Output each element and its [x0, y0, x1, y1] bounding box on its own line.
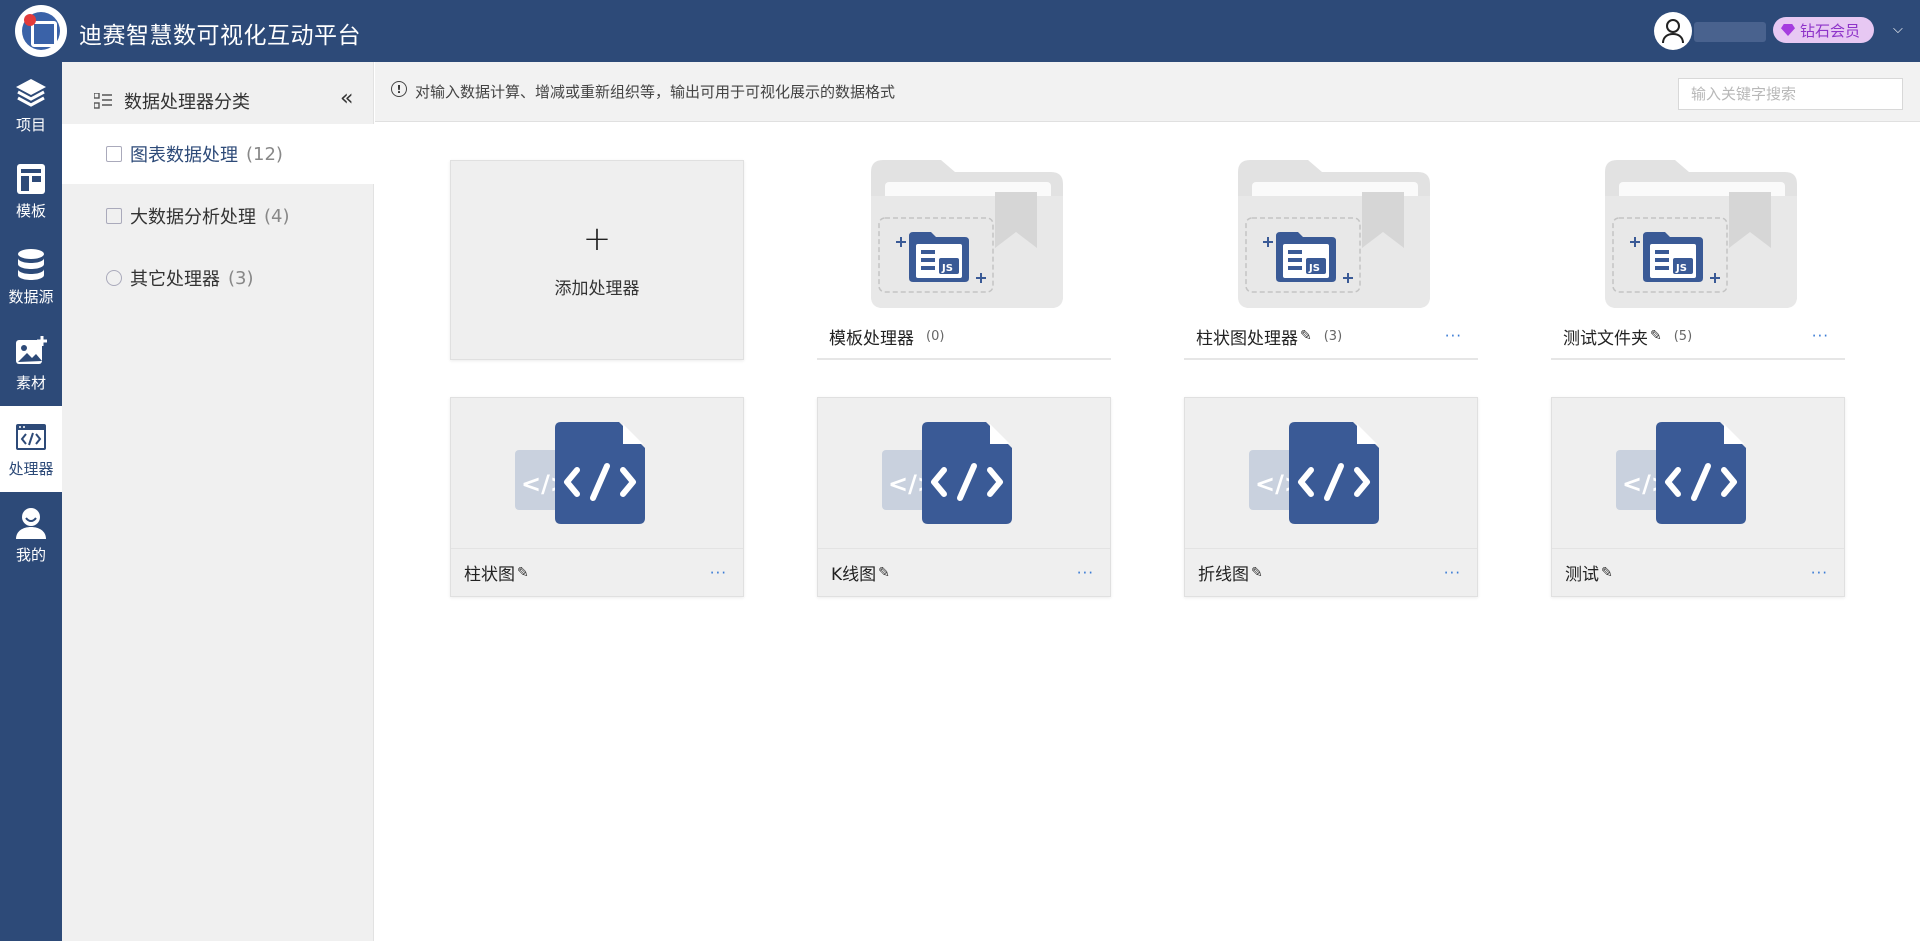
js-folder-icon: JS — [871, 160, 1063, 308]
other-category-icon — [106, 270, 122, 286]
vip-label: 钻石会员 — [1800, 21, 1861, 40]
nav-item-processor[interactable]: 处理器 — [0, 406, 62, 492]
plus-icon: + — [582, 218, 612, 259]
folder-name: 模板处理器 — [829, 328, 914, 349]
processor-card[interactable]: </> 柱状图 ✎ ··· — [450, 397, 744, 597]
folder-count: (0) — [926, 328, 945, 344]
nav-item-template[interactable]: 模板 — [0, 148, 62, 234]
edit-icon[interactable]: ✎ — [878, 565, 890, 581]
list-icon — [94, 93, 112, 109]
nav-label: 处理器 — [8, 459, 54, 478]
category-label: 大数据分析处理 — [130, 207, 256, 228]
more-button[interactable]: ··· — [1812, 327, 1829, 345]
edit-icon[interactable]: ✎ — [1650, 328, 1662, 344]
nav-item-mine[interactable]: 我的 — [0, 492, 62, 578]
processor-name: 测试 — [1565, 565, 1599, 585]
svg-text:JS: JS — [1675, 263, 1687, 274]
processor-footer: 测试 ✎ ··· — [1552, 548, 1844, 596]
folder-card[interactable]: JS 测试文件夹 ✎ (5) ··· — [1551, 160, 1845, 360]
info-text: 对输入数据计算、增减或重新组织等，输出可用于可视化展示的数据格式 — [415, 83, 896, 101]
processor-footer: 柱状图 ✎ ··· — [451, 548, 743, 596]
database-icon — [14, 248, 48, 282]
info-icon: ! — [391, 81, 407, 97]
js-folder-icon: JS — [1605, 160, 1797, 308]
folder-name: 测试文件夹 — [1563, 328, 1648, 349]
edit-icon[interactable]: ✎ — [517, 565, 529, 581]
processor-name: K线图 — [831, 565, 877, 585]
add-processor-card[interactable]: + 添加处理器 — [450, 160, 744, 360]
svg-text:JS: JS — [1308, 263, 1320, 274]
processor-card[interactable]: </> 折线图 ✎ ··· — [1184, 397, 1478, 597]
nav-label: 素材 — [15, 373, 46, 392]
more-button[interactable]: ··· — [1444, 564, 1461, 582]
code-file-icon: </> — [1616, 422, 1746, 524]
nav-label: 我的 — [15, 545, 46, 564]
code-file-icon: </> — [1249, 422, 1379, 524]
code-window-icon — [14, 420, 48, 454]
nav-label: 数据源 — [8, 287, 54, 306]
nav-label: 项目 — [15, 115, 46, 134]
category-item-chart[interactable]: 图表数据处理 (12) — [62, 124, 374, 184]
processor-card[interactable]: </> K线图 ✎ ··· — [817, 397, 1111, 597]
folder-footer: 柱状图处理器 ✎ (3) ··· — [1184, 314, 1478, 360]
folder-count: (5) — [1673, 328, 1693, 344]
category-count: (4) — [264, 205, 290, 227]
user-name-masked — [1694, 22, 1766, 42]
js-folder-icon: JS — [1238, 160, 1430, 308]
chart-category-icon — [106, 146, 122, 162]
user-icon — [1662, 19, 1684, 44]
user-icon — [14, 506, 48, 540]
nav-label: 模板 — [15, 201, 46, 220]
category-title: 数据处理器分类 — [124, 92, 250, 113]
more-button[interactable]: ··· — [710, 564, 727, 582]
diamond-icon — [1781, 24, 1795, 36]
folder-footer: 模板处理器 (0) — [817, 314, 1111, 360]
folder-card[interactable]: JS 柱状图处理器 ✎ (3) ··· — [1184, 160, 1478, 360]
layers-icon — [14, 76, 48, 110]
processor-footer: 折线图 ✎ ··· — [1185, 548, 1477, 596]
edit-icon[interactable]: ✎ — [1601, 565, 1613, 581]
nav-item-project[interactable]: 项目 — [0, 62, 62, 148]
top-header: 迪赛智慧数可视化互动平台 钻石会员 ⌵ — [0, 0, 1920, 62]
image-add-icon — [14, 334, 48, 368]
processor-card[interactable]: </> 测试 ✎ ··· — [1551, 397, 1845, 597]
info-bar: ! 对输入数据计算、增减或重新组织等，输出可用于可视化展示的数据格式 — [375, 62, 1920, 122]
collapse-icon[interactable]: « — [340, 86, 353, 111]
chevron-down-icon[interactable]: ⌵ — [1893, 22, 1903, 37]
processor-footer: K线图 ✎ ··· — [818, 548, 1110, 596]
edit-icon[interactable]: ✎ — [1251, 565, 1263, 581]
category-item-other[interactable]: 其它处理器 (3) — [62, 248, 374, 308]
nav-item-material[interactable]: 素材 — [0, 320, 62, 406]
template-icon — [14, 162, 48, 196]
search-input[interactable] — [1678, 78, 1903, 110]
folder-footer: 测试文件夹 ✎ (5) ··· — [1551, 314, 1845, 360]
processor-name: 折线图 — [1198, 565, 1249, 585]
category-label: 图表数据处理 — [130, 145, 238, 166]
more-button[interactable]: ··· — [1077, 564, 1094, 582]
more-button[interactable]: ··· — [1811, 564, 1828, 582]
processor-name: 柱状图 — [464, 565, 515, 585]
user-avatar[interactable] — [1654, 12, 1692, 50]
category-count: (12) — [246, 143, 283, 165]
category-label: 其它处理器 — [130, 269, 220, 290]
folder-count: (3) — [1323, 328, 1343, 344]
app-title: 迪赛智慧数可视化互动平台 — [79, 23, 361, 49]
app-logo[interactable] — [15, 5, 67, 57]
folder-name: 柱状图处理器 — [1196, 328, 1298, 349]
edit-icon[interactable]: ✎ — [1300, 328, 1312, 344]
code-file-icon: </> — [515, 422, 645, 524]
more-button[interactable]: ··· — [1445, 327, 1462, 345]
bigdata-category-icon — [106, 208, 122, 224]
category-count: (3) — [228, 267, 254, 289]
nav-item-datasource[interactable]: 数据源 — [0, 234, 62, 320]
svg-text:JS: JS — [941, 263, 953, 274]
category-header: 数据处理器分类 — [94, 88, 250, 114]
folder-card[interactable]: JS 模板处理器 (0) — [817, 160, 1111, 360]
main-nav: 项目 模板 数据源 素材 处理器 我的 — [0, 62, 62, 941]
category-panel: 数据处理器分类 « 图表数据处理 (12) 大数据分析处理 (4) 其它处理器 … — [62, 62, 374, 941]
add-processor-label: 添加处理器 — [554, 278, 640, 299]
vip-badge[interactable]: 钻石会员 — [1773, 17, 1875, 43]
code-file-icon: </> — [882, 422, 1012, 524]
category-item-bigdata[interactable]: 大数据分析处理 (4) — [62, 186, 374, 246]
